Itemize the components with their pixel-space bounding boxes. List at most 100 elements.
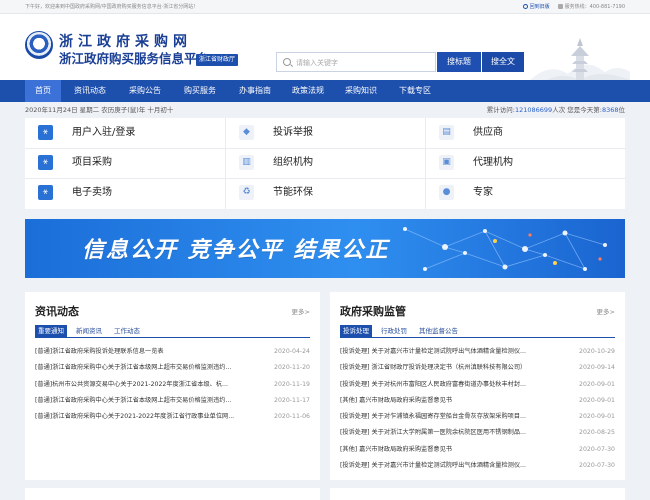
current-date: 2020年11月24日 星期二 农历庚子(鼠)年 十月初十 <box>25 106 174 114</box>
project-icon: ⚹ <box>38 155 53 170</box>
list-item-date: 2020-11-19 <box>274 380 310 388</box>
list-item-date: 2020-08-25 <box>579 429 615 437</box>
total-visits-count: 121086699 <box>514 106 553 114</box>
news-tab-underline <box>35 337 310 338</box>
quick-link-login[interactable]: ⚹ 用户入驻/登录 <box>25 118 224 148</box>
hotline-text: 服务热线：400-881-7190 <box>564 4 625 10</box>
quick-link-supplier[interactable]: ▤ 供应商 <box>426 118 625 148</box>
list-item-title: [普通]浙江省政府采购中心关于2021-2022年度浙江省行政事业单位网... <box>35 413 235 421</box>
list-item[interactable]: [普通]杭州市公共资源交易中心关于2021-2022年度浙江省本级、杭... 20… <box>35 377 310 393</box>
list-item[interactable]: [其他] 嘉兴市财政局政府采购监督意见书 2020-09-01 <box>340 393 615 409</box>
quick-link-complaint[interactable]: ◆ 投诉举报 <box>226 118 425 148</box>
report-icon: ◆ <box>239 125 254 140</box>
today-visits-count: 8368 <box>601 106 619 114</box>
list-item-title: [投诉处理] 浙江省财政厅投诉处理决定书（杭州滇联科技有限公司） <box>340 364 527 372</box>
quick-links-grid: ⚹ 用户入驻/登录 ◆ 投诉举报 ▤ 供应商 ⚹ 项目采购 ▥ 组织机构 ▣ 代… <box>25 118 625 209</box>
nav-item-guide[interactable]: 办事指南 <box>230 80 280 102</box>
nav-item-policy[interactable]: 政策法规 <box>283 80 333 102</box>
list-item-date: 2020-11-06 <box>274 413 310 421</box>
visit-stats: 累计访问:121086699人次 您是今天第:8368位 <box>487 102 625 118</box>
quick-link-label: 投诉举报 <box>273 127 313 138</box>
list-item[interactable]: [投诉处理] 关于对浙江大学附属第一医院余杭院区医用不锈钢制品... 2020-0… <box>340 425 615 441</box>
search-input[interactable] <box>296 56 431 69</box>
news-list: [普通]浙江省政府采购投诉处理联系信息一览表 2020-04-24 [普通]浙江省… <box>35 344 310 425</box>
list-item[interactable]: [投诉处理] 关于对杭州市富阳区人民政府富春街道办事处秋丰村封... 2020-0… <box>340 377 615 393</box>
old-site-link[interactable]: 回到旧版 <box>522 0 550 14</box>
total-visits-unit: 人次 <box>552 106 566 114</box>
list-item-title: [投诉处理] 关于对浙江大学附属第一医院余杭院区医用不锈钢制品... <box>340 429 526 437</box>
list-item[interactable]: [普通]浙江省政府采购中心关于2021-2022年度浙江省行政事业单位网... 2… <box>35 409 310 425</box>
tab-news[interactable]: 新闻资讯 <box>73 325 105 337</box>
tab-important-notice[interactable]: 重要通知 <box>35 325 67 337</box>
supplier-icon: ▤ <box>439 125 454 140</box>
search-icon <box>283 58 291 66</box>
supervision-panel-title: 政府采购监管 <box>340 305 406 318</box>
banner-slogan: 信息公开 竞争公平 结果公正 <box>82 238 390 263</box>
phone-icon <box>557 4 563 9</box>
today-visits-label: 您是今天第: <box>565 106 602 114</box>
quick-link-agency[interactable]: ▣ 代理机构 <box>426 148 625 178</box>
tab-other-notices[interactable]: 其他监督公告 <box>416 325 461 337</box>
search-box <box>276 52 436 72</box>
list-item-date: 2020-11-20 <box>274 364 310 372</box>
search-fulltext-button[interactable]: 搜全文 <box>482 52 524 72</box>
site-title-secondary[interactable]: 浙江政府购买服务信息平台 <box>59 48 209 67</box>
quick-link-label: 供应商 <box>473 127 503 138</box>
list-item-date: 2020-09-01 <box>579 396 615 404</box>
tab-work-updates[interactable]: 工作动态 <box>111 325 143 337</box>
supervision-tab-underline <box>340 337 615 338</box>
list-item[interactable]: [投诉处理] 浙江省财政厅投诉处理决定书（杭州滇联科技有限公司） 2020-09-… <box>340 360 615 376</box>
slogan-banner[interactable]: 信息公开 竞争公平 结果公正 <box>25 219 625 278</box>
list-item-date: 2020-07-30 <box>579 462 615 470</box>
list-item[interactable]: [普通]浙江省政府采购投诉处理联系信息一览表 2020-04-24 <box>35 344 310 360</box>
total-visits-label: 累计访问: <box>486 106 515 114</box>
list-item[interactable]: [投诉处理] 关于对乍浦镇永福园寄存堂船台金骨灰存放架采购项目... 2020-0… <box>340 409 615 425</box>
list-item-title: [其他] 嘉兴市财政局政府采购监督意见书 <box>340 445 452 453</box>
list-item-title: [普通]浙江省政府采购中心关于浙江省本级网上超市交易价格监测违约... <box>35 396 232 404</box>
top-links: 回到旧版 服务热线：400-881-7190 <box>522 0 625 14</box>
quick-link-label: 组织机构 <box>273 157 313 168</box>
list-item-title: [普通]浙江省政府采购中心关于浙江省本级网上超市交易价格监测违约... <box>35 364 232 372</box>
list-item[interactable]: [投诉处理] 关于对嘉兴市计量检定测试院呼出气体酒精含量检测仪... 2020-0… <box>340 458 615 474</box>
list-item-date: 2020-09-14 <box>579 364 615 372</box>
tab-administrative-penalty[interactable]: 行政处罚 <box>378 325 410 337</box>
quick-link-label: 节能环保 <box>273 187 313 198</box>
nav-item-services[interactable]: 购买服务 <box>175 80 225 102</box>
quick-link-expert[interactable]: ● 专家 <box>426 178 625 208</box>
nav-item-knowledge[interactable]: 采购知识 <box>336 80 386 102</box>
nav-item-downloads[interactable]: 下载专区 <box>390 80 440 102</box>
list-item[interactable]: [投诉处理] 关于对嘉兴市计量检定测试院呼出气体酒精含量检测仪... 2020-1… <box>340 344 615 360</box>
news-panel-title: 资讯动态 <box>35 305 79 318</box>
news-panel: 资讯动态 更多> 重要通知 新闻资讯 工作动态 [普通]浙江省政府采购投诉处理联… <box>25 292 320 480</box>
org-icon: ▥ <box>239 155 254 170</box>
list-item[interactable]: [其他] 嘉兴市财政局政府采购监督意见书 2020-07-30 <box>340 442 615 458</box>
list-item[interactable]: [普通]浙江省政府采购中心关于浙江省本级网上超市交易价格监测违约... 2020-… <box>35 360 310 376</box>
list-item-title: [投诉处理] 关于对乍浦镇永福园寄存堂船台金骨灰存放架采购项目... <box>340 413 526 421</box>
list-item-date: 2020-04-24 <box>274 348 310 355</box>
site-emblem-icon[interactable] <box>25 31 53 59</box>
list-item-title: [普通]杭州市公共资源交易中心关于2021-2022年度浙江省本级、杭... <box>35 380 228 388</box>
recycle-icon: ♻ <box>239 185 254 200</box>
old-site-label: 回到旧版 <box>529 4 550 10</box>
main-nav: 首页 资讯动态 采购公告 购买服务 办事指南 政策法规 采购知识 下载专区 <box>0 80 650 102</box>
supervision-more-link[interactable]: 更多> <box>597 306 615 316</box>
search-title-button[interactable]: 搜标题 <box>437 52 481 72</box>
list-item-title: [普通]浙江省政府采购投诉处理联系信息一览表 <box>35 348 164 355</box>
list-item-date: 2020-11-17 <box>274 396 310 404</box>
welcome-text: 下午好，欢迎来到中国政府采购网/中国政府购买服务信息平台·浙江省分网站！ <box>25 4 199 10</box>
quick-link-green[interactable]: ♻ 节能环保 <box>226 178 425 208</box>
nav-item-home[interactable]: 首页 <box>25 80 61 102</box>
quick-link-org[interactable]: ▥ 组织机构 <box>226 148 425 178</box>
next-panel-right <box>330 488 625 500</box>
quick-link-project[interactable]: ⚹ 项目采购 <box>25 148 224 178</box>
nav-item-notices[interactable]: 采购公告 <box>120 80 170 102</box>
next-panel-left <box>25 488 320 500</box>
quick-link-label: 代理机构 <box>473 157 513 168</box>
news-more-link[interactable]: 更多> <box>292 306 310 316</box>
nav-item-news[interactable]: 资讯动态 <box>65 80 115 102</box>
tab-complaint-handling[interactable]: 投诉处理 <box>340 325 372 337</box>
quick-link-mall[interactable]: ⚹ 电子卖场 <box>25 178 224 208</box>
list-item[interactable]: [普通]浙江省政府采购中心关于浙江省本级网上超市交易价格监测违约... 2020-… <box>35 393 310 409</box>
agency-icon: ▣ <box>439 155 454 170</box>
list-item-title: [投诉处理] 关于对嘉兴市计量检定测试院呼出气体酒精含量检测仪... <box>340 462 526 470</box>
